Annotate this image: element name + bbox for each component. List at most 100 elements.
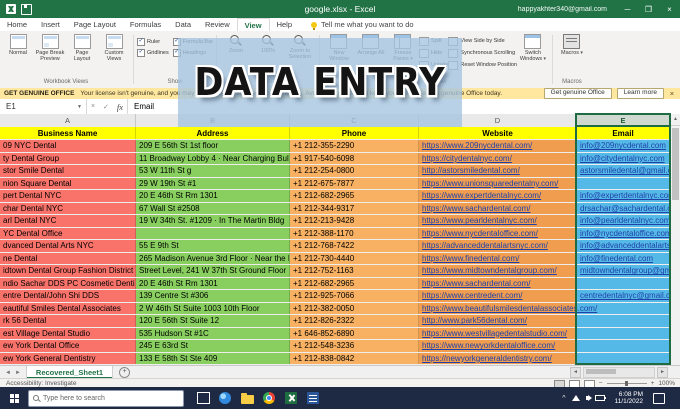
learn-more-button[interactable]: Learn more bbox=[616, 88, 664, 99]
sheet-nav-left-icon[interactable]: ◄ bbox=[5, 370, 11, 376]
cell-C13[interactable]: +1 212-682-2965 bbox=[290, 277, 419, 289]
cell-E2[interactable]: info@209nycdental.com bbox=[577, 140, 670, 152]
save-icon[interactable] bbox=[21, 3, 32, 15]
cell-D2[interactable]: https://www.209nycdental.com/ bbox=[419, 140, 577, 152]
website-link[interactable]: https://newyorkgeneraldentistry.com/ bbox=[422, 354, 552, 363]
cell-B5[interactable]: 29 W 19th St #1 bbox=[136, 177, 290, 189]
cell-A2[interactable]: 09 NYC Dental bbox=[0, 140, 136, 152]
cell-B16[interactable]: 120 E 56th St Suite 12 bbox=[136, 315, 290, 327]
cell-A17[interactable]: est Village Dental Studio bbox=[0, 327, 136, 339]
tell-me-box[interactable]: Tell me what you want to do bbox=[311, 18, 414, 31]
cell-C3[interactable]: +1 917-540-6098 bbox=[290, 152, 419, 164]
cell-D13[interactable]: https://www.sachardental.com/ bbox=[419, 277, 577, 289]
website-link[interactable]: https://www.pearldentalnyc.com/ bbox=[422, 216, 537, 225]
cell-C16[interactable]: +1 212-826-2322 bbox=[290, 315, 419, 327]
cell-E7[interactable]: drsachar@sachardental.com bbox=[577, 202, 670, 214]
cell-A9[interactable]: YC Dental Office bbox=[0, 227, 136, 239]
wifi-icon[interactable] bbox=[571, 395, 580, 401]
cell-B10[interactable]: 55 E 9th St bbox=[136, 240, 290, 252]
website-link[interactable]: https://www.nycdentaloffice.com/ bbox=[422, 229, 538, 238]
switch-windows-button[interactable]: Switch Windows ▾ bbox=[517, 33, 549, 63]
cell-C18[interactable]: +1 212-548-3236 bbox=[290, 340, 419, 352]
cell-C7[interactable]: +1 212-344-9317 bbox=[290, 202, 419, 214]
email-link[interactable]: drsachar@sachardental.com bbox=[580, 204, 669, 213]
cell-D4[interactable]: http://astorsmiledental.com/ bbox=[419, 165, 577, 177]
zoom-in-button[interactable]: + bbox=[651, 380, 655, 387]
website-link[interactable]: https://www.unionsquaredentalny.com/ bbox=[422, 179, 558, 188]
cell-B3[interactable]: 11 Broadway Lobby 4 · Near Charging Bull bbox=[136, 152, 290, 164]
view-button-page-layout[interactable]: Page Layout bbox=[66, 33, 98, 63]
website-link[interactable]: https://www.newyorkdentaloffice.com/ bbox=[422, 341, 555, 350]
view-button-page-break-preview[interactable]: Page Break Preview bbox=[34, 33, 66, 63]
cell-B8[interactable]: 19 W 34th St. #1209 · In The Martin Bldg bbox=[136, 215, 290, 227]
scroll-up-icon[interactable]: ▲ bbox=[671, 114, 680, 126]
hscroll-left-icon[interactable]: ◄ bbox=[570, 367, 581, 378]
tab-insert[interactable]: Insert bbox=[34, 18, 67, 31]
website-link[interactable]: https://citydentalnyc.com/ bbox=[422, 154, 512, 163]
cell-A18[interactable]: ew York Dental Office bbox=[0, 340, 136, 352]
cell-E8[interactable]: info@pearldentalnyc.com bbox=[577, 215, 670, 227]
cell-A8[interactable]: arl Dental NYC bbox=[0, 215, 136, 227]
cell-E9[interactable]: info@nycdentaloffice.com bbox=[577, 227, 670, 239]
cell-E10[interactable]: info@advanceddentalartsnyc.com bbox=[577, 240, 670, 252]
cell-C15[interactable]: +1 212-382-0050 bbox=[290, 302, 419, 314]
cell-D5[interactable]: https://www.unionsquaredentalny.com/ bbox=[419, 177, 577, 189]
action-center-icon[interactable] bbox=[653, 392, 665, 404]
warning-close-icon[interactable]: × bbox=[664, 89, 680, 98]
cell-C8[interactable]: +1 212-213-9428 bbox=[290, 215, 419, 227]
email-link[interactable]: info@finedental.com bbox=[580, 254, 653, 263]
zoom-slider-thumb[interactable] bbox=[624, 381, 628, 386]
cell-D3[interactable]: https://citydentalnyc.com/ bbox=[419, 152, 577, 164]
account-name[interactable]: happyakhter340@gmail.com bbox=[518, 6, 607, 13]
cell-D18[interactable]: https://www.newyorkdentaloffice.com/ bbox=[419, 340, 577, 352]
website-link[interactable]: https://www.expertdentalnyc.com/ bbox=[422, 191, 541, 200]
header-cell-address[interactable]: Address bbox=[136, 127, 290, 139]
name-box[interactable]: E1 ▼ bbox=[0, 99, 87, 114]
accessibility-status[interactable]: Accessibility: Investigate bbox=[0, 380, 76, 387]
cell-E16[interactable] bbox=[577, 315, 670, 327]
cell-B2[interactable]: 209 E 56th St 1st floor bbox=[136, 140, 290, 152]
chrome-taskbar-button[interactable] bbox=[262, 391, 276, 405]
website-link[interactable]: https://www.sachardental.com/ bbox=[422, 204, 531, 213]
cell-A3[interactable]: ty Dental Group bbox=[0, 152, 136, 164]
tab-home[interactable]: Home bbox=[0, 18, 34, 31]
cell-D12[interactable]: https://www.midtowndentalgroup.com/ bbox=[419, 265, 577, 277]
tray-expand-icon[interactable]: ^ bbox=[562, 395, 565, 402]
cell-C12[interactable]: +1 212-752-1163 bbox=[290, 265, 419, 277]
cell-A7[interactable]: char Dental NYC bbox=[0, 202, 136, 214]
cell-D17[interactable]: https://www.westvillagedentalstudio.com/ bbox=[419, 327, 577, 339]
email-link[interactable]: info@209nycdental.com bbox=[580, 141, 666, 150]
maximize-button[interactable]: ❐ bbox=[638, 0, 659, 18]
tab-review[interactable]: Review bbox=[198, 18, 237, 31]
close-button[interactable]: × bbox=[659, 0, 680, 18]
website-link[interactable]: https://www.midtowndentalgroup.com/ bbox=[422, 266, 557, 275]
cell-D11[interactable]: https://www.finedental.com/ bbox=[419, 252, 577, 264]
cell-C9[interactable]: +1 212-388-1170 bbox=[290, 227, 419, 239]
cell-B12[interactable]: Street Level, 241 W 37th St Ground Floor bbox=[136, 265, 290, 277]
cell-E6[interactable]: info@expertdentalnyc.com bbox=[577, 190, 670, 202]
cell-B9[interactable] bbox=[136, 227, 290, 239]
cell-B4[interactable]: 53 W 11th St g bbox=[136, 165, 290, 177]
cell-C19[interactable]: +1 212-838-0842 bbox=[290, 352, 419, 364]
cell-E18[interactable] bbox=[577, 340, 670, 352]
column-header-E[interactable]: E bbox=[577, 114, 670, 127]
cell-A14[interactable]: entre Dental/John Shi DDS bbox=[0, 290, 136, 302]
minimize-button[interactable]: ─ bbox=[617, 0, 638, 18]
email-link[interactable]: info@nycdentaloffice.com bbox=[580, 229, 669, 238]
email-link[interactable]: centredentalnyc@gmail.com bbox=[580, 291, 669, 300]
cell-B14[interactable]: 139 Centre St #306 bbox=[136, 290, 290, 302]
cell-A11[interactable]: ne Dental bbox=[0, 252, 136, 264]
cell-A6[interactable]: pert Dental NYC bbox=[0, 190, 136, 202]
cell-B6[interactable]: 20 E 46th St Rm 1301 bbox=[136, 190, 290, 202]
cell-A13[interactable]: ndio Sachar DDS PC Cosmetic Dentist bbox=[0, 277, 136, 289]
cell-C17[interactable]: +1 646-852-6890 bbox=[290, 327, 419, 339]
cell-C6[interactable]: +1 212-682-2965 bbox=[290, 190, 419, 202]
zoom-out-button[interactable]: − bbox=[599, 380, 603, 387]
website-link[interactable]: https://www.beautifulsmilesdentalassocia… bbox=[422, 304, 597, 313]
website-link[interactable]: https://www.209nycdental.com/ bbox=[422, 141, 532, 150]
cell-C11[interactable]: +1 212-730-4440 bbox=[290, 252, 419, 264]
edge-taskbar-button[interactable] bbox=[218, 391, 232, 405]
cell-B18[interactable]: 245 E 63rd St bbox=[136, 340, 290, 352]
header-cell-business-name[interactable]: Business Name bbox=[0, 127, 136, 139]
cell-A4[interactable]: stor Smile Dental bbox=[0, 165, 136, 177]
